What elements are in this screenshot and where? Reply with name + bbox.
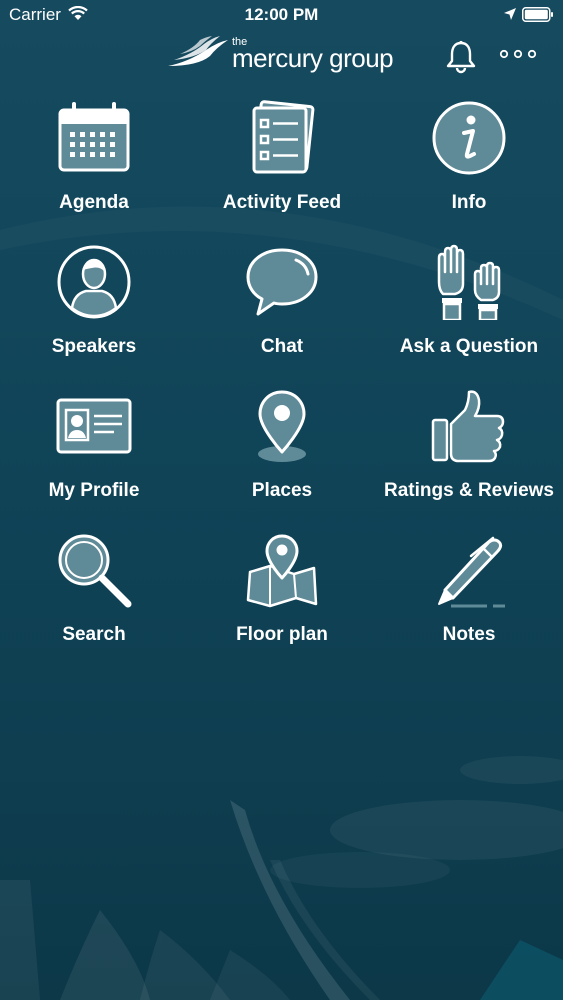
menu-item-label: Agenda xyxy=(59,192,129,213)
menu-item-my-profile[interactable]: My Profile xyxy=(0,376,188,520)
menu-item-search[interactable]: Search xyxy=(0,520,188,664)
battery-icon xyxy=(522,7,553,22)
map-pin-icon xyxy=(258,390,306,462)
logo-text: mercury group xyxy=(232,43,394,73)
pen-icon xyxy=(438,536,505,608)
app-header: the mercury group xyxy=(0,30,563,80)
checklist-icon xyxy=(252,100,315,174)
menu-item-label: Speakers xyxy=(51,336,137,357)
clock: 12:00 PM xyxy=(244,5,319,24)
menu-item-label: Chat xyxy=(260,336,304,357)
menu-item-label: Places xyxy=(251,480,313,501)
info-icon xyxy=(432,101,506,175)
menu-item-floor-plan[interactable]: Floor plan xyxy=(188,520,376,664)
status-bar: Carrier 12:00 PM xyxy=(0,0,563,30)
menu-item-chat[interactable]: Chat xyxy=(188,232,376,376)
menu-item-label: Ask a Question xyxy=(399,336,539,357)
menu-item-info[interactable]: Info xyxy=(375,88,563,232)
location-arrow-icon xyxy=(504,8,516,20)
id-card-icon xyxy=(56,398,132,454)
notification-bell-icon[interactable] xyxy=(445,40,477,74)
folded-map-icon xyxy=(246,534,318,608)
person-icon xyxy=(57,245,131,319)
thumbs-up-icon xyxy=(431,390,505,463)
calendar-icon xyxy=(58,102,130,172)
menu-item-label: Search xyxy=(62,624,126,645)
menu-item-label: Floor plan xyxy=(236,624,328,645)
menu-item-places[interactable]: Places xyxy=(188,376,376,520)
wing-logo-icon xyxy=(168,36,228,66)
menu-item-label: My Profile xyxy=(48,480,140,501)
menu-item-label: Notes xyxy=(442,624,496,645)
menu-item-agenda[interactable]: Agenda xyxy=(0,88,188,232)
menu-item-activity-feed[interactable]: Activity Feed xyxy=(188,88,376,232)
magnifier-icon xyxy=(58,534,132,608)
more-options-icon[interactable] xyxy=(499,49,537,59)
menu-item-label: Ratings & Reviews xyxy=(384,480,554,501)
menu-item-label: Activity Feed xyxy=(222,192,342,213)
menu-item-notes[interactable]: Notes xyxy=(375,520,563,664)
menu-item-label: Info xyxy=(451,192,487,213)
menu-item-speakers[interactable]: Speakers xyxy=(0,232,188,376)
menu-item-ratings-and-reviews[interactable]: Ratings & Reviews xyxy=(375,376,563,520)
raised-hands-icon xyxy=(437,244,501,320)
menu-item-ask-a-question[interactable]: Ask a Question xyxy=(375,232,563,376)
speech-bubble-icon xyxy=(246,248,318,316)
mercury-group-logo: the mercury group xyxy=(166,34,406,74)
